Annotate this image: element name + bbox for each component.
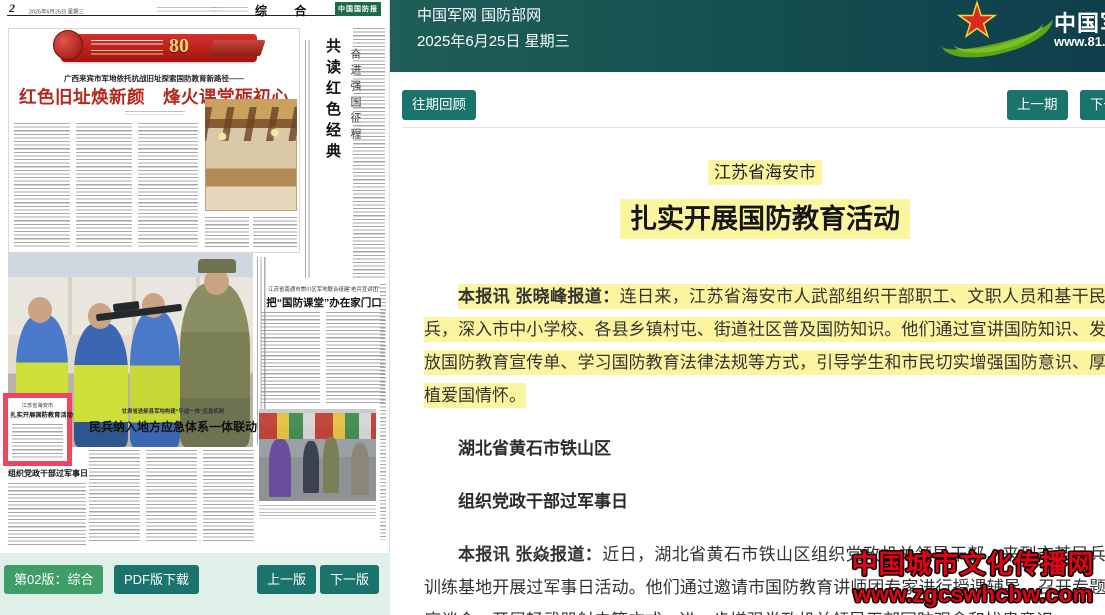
masthead: 2 2025年6月25日 星期三 综 合 中国国防报 [7, 3, 381, 16]
military-day-heading[interactable]: 组织党政干部过军事日 [8, 468, 86, 479]
edition-name: 综 合 [255, 2, 318, 19]
text-column-sim [14, 123, 70, 249]
soldier-cap [198, 259, 236, 273]
banner-text-sim [91, 50, 163, 57]
text-column-sim [146, 450, 197, 542]
courtyard-article[interactable]: 江苏省南通市崇川区军地联合组建“老兵宣讲团” 把“国防课堂”办在家门口 [261, 284, 387, 406]
person-soldier [323, 437, 339, 493]
paper-name-badge: 中国国防报 [335, 2, 381, 16]
military-day-article[interactable]: 组织党政干部过军事日 [8, 468, 86, 545]
banner-seal-icon [53, 30, 83, 60]
banner-80-label: 80 [169, 35, 189, 58]
edge-column-sim [380, 284, 386, 540]
byline-sim [125, 111, 185, 115]
militia-kicker: 甘肃省迭部县军地构建“平战一体”应急机制 [97, 406, 248, 414]
newspaper-page[interactable]: 2 2025年6月25日 星期三 综 合 中国国防报 80 广西来宾市军地依托抗… [3, 2, 384, 543]
tel-sim [212, 7, 248, 12]
photo-caption-sim [259, 505, 376, 519]
person-hat [351, 443, 369, 495]
student-head [28, 297, 52, 323]
masthead-date: 2025年6月25日 星期三 [29, 7, 84, 15]
text-lines-sim [8, 483, 86, 545]
reader-header: 中国军网 国防部网 2025年6月25日 星期三 中国军网 www.81.cn [390, 0, 1105, 72]
text-column-sim [205, 217, 249, 249]
anniversary-banner: 80 [61, 34, 257, 62]
divider [402, 127, 1105, 128]
text-column-sim [326, 312, 385, 404]
left-footer-bar: 第02版：综合 PDF版下载 上一版 下一版 [0, 553, 390, 615]
text-column-sim [76, 123, 132, 249]
person-purple [269, 439, 291, 497]
person-dark [303, 441, 319, 493]
article-body: 江苏省海安市 扎实开展国防教育活动 本报讯 张晓峰报道：连日来，江苏省海安市人武… [424, 150, 1105, 615]
vertical-column-article[interactable]: 共读红色经典 奋进强国征程 [303, 34, 349, 286]
newspaper-thumbnail-panel: 2 2025年6月25日 星期三 综 合 中国国防报 80 广西来宾市军地依托抗… [0, 0, 390, 615]
storefront-signs [259, 413, 376, 439]
text-column-sim [253, 217, 297, 249]
militia-headline[interactable]: 民兵纳入地方应急体系一体联动 [89, 418, 257, 435]
interior-photo-sim [205, 99, 297, 211]
edition-button[interactable]: 第02版：综合 [4, 565, 103, 594]
vertical-text-sim [305, 40, 312, 278]
article-subhead-title: 组织党政干部过军事日 [424, 485, 1105, 518]
right-column-text-sim [353, 28, 385, 280]
paragraph-lead: 本报讯 张晓峰报道： [458, 287, 620, 306]
text-lines-sim [12, 424, 63, 460]
editor-note-sim [157, 7, 217, 12]
article-reader-panel: 中国军网 国防部网 2025年6月25日 星期三 中国军网 www.81.cn … [390, 0, 1105, 615]
courtyard-headline[interactable]: 把“国防课堂”办在家门口 [261, 295, 387, 310]
article-subhead-region: 湖北省黄石市铁山区 [424, 432, 1105, 465]
prev-issue-button[interactable]: 上一期 [1007, 90, 1068, 120]
page-number: 2 [9, 1, 15, 16]
text-column-sim [203, 450, 254, 542]
archive-button[interactable]: 往期回顾 [402, 90, 476, 120]
article-kicker: 江苏省海安市 [424, 158, 1105, 183]
photo-lamp [219, 133, 226, 140]
prev-page-button[interactable]: 上一版 [257, 565, 316, 594]
street-photo-sim [259, 409, 376, 501]
logo-url: www.81.cn [1054, 34, 1105, 49]
site-title: 中国军网 国防部网 [417, 4, 541, 25]
article-title: 扎实开展国防教育活动 [424, 197, 1105, 236]
pdf-download-button[interactable]: PDF版下载 [114, 565, 199, 594]
next-page-button[interactable]: 下一版 [320, 565, 379, 594]
article-paragraph-2: 本报讯 张焱报道：近日，湖北省黄石市铁山区组织党政机关领导干部，来到市某民兵训练… [424, 538, 1105, 615]
courtyard-kicker: 江苏省南通市崇川区军地联合组建“老兵宣讲团” [267, 284, 380, 292]
text-column-sim [89, 450, 140, 542]
banner-text-sim [91, 40, 163, 47]
issue-date: 2025年6月25日 星期三 [417, 30, 570, 51]
vertical-column-title: 共读红色经典 [322, 38, 343, 164]
article-title-text: 扎实开展国防教育活动 [620, 199, 910, 239]
article-paragraph-1: 本报讯 张晓峰报道：连日来，江苏省海安市人武部组织干部职工、文职人员和基干民兵，… [424, 280, 1105, 412]
photo-lamp [271, 129, 278, 136]
lead-article-kicker: 广西来宾市军地依托抗战旧址探索国防教育新路径—— [9, 73, 299, 84]
lead-article[interactable]: 80 广西来宾市军地依托抗战旧址探索国防教育新路径—— 红色旧址焕新颜 烽火课堂… [8, 28, 300, 253]
selected-article-kicker: 江苏省海安市 [9, 401, 65, 409]
text-column-sim [261, 312, 320, 404]
militia-article[interactable]: 甘肃省迭部县军地构建“平战一体”应急机制 民兵纳入地方应急体系一体联动 [89, 406, 257, 435]
selected-article-title: 扎实开展国防教育活动 [10, 409, 64, 418]
text-column-sim [138, 123, 198, 249]
site-logo[interactable]: 中国军网 www.81.cn [938, 0, 1105, 72]
banner-ribbon-tail [208, 40, 265, 56]
selected-article-highlight-box[interactable]: 江苏省海安市 扎实开展国防教育活动 [3, 393, 72, 466]
next-issue-button[interactable]: 下一期 [1080, 90, 1105, 120]
article-kicker-text: 江苏省海安市 [708, 160, 822, 185]
paragraph-lead: 本报讯 张焱报道： [458, 545, 602, 564]
